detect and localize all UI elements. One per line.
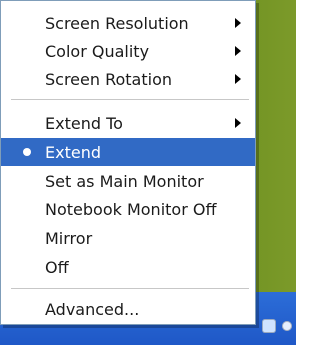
menu-item-label: Notebook Monitor Off bbox=[45, 199, 217, 219]
menu-item-notebook-monitor-off[interactable]: Notebook Monitor Off bbox=[1, 195, 255, 223]
menu-item-off[interactable]: Off bbox=[1, 253, 255, 281]
menu-item-set-as-main-monitor[interactable]: Set as Main Monitor bbox=[1, 167, 255, 195]
menu-item-label: Extend bbox=[45, 142, 101, 162]
submenu-arrow-icon bbox=[235, 18, 241, 28]
menu-item-color-quality[interactable]: Color Quality bbox=[1, 37, 255, 65]
menu-item-mirror[interactable]: Mirror bbox=[1, 224, 255, 252]
display-context-menu: Screen Resolution Color Quality Screen R… bbox=[0, 0, 256, 325]
bullet-icon bbox=[23, 148, 31, 156]
submenu-arrow-icon bbox=[235, 74, 241, 84]
menu-item-label: Mirror bbox=[45, 228, 93, 248]
submenu-arrow-icon bbox=[235, 118, 241, 128]
menu-item-advanced[interactable]: Advanced... bbox=[1, 295, 255, 323]
tray-display-icon[interactable] bbox=[262, 319, 276, 333]
menu-item-extend[interactable]: Extend bbox=[1, 138, 255, 166]
menu-item-extend-to[interactable]: Extend To bbox=[1, 109, 255, 137]
menu-item-label: Screen Resolution bbox=[45, 13, 189, 33]
menu-item-screen-rotation[interactable]: Screen Rotation bbox=[1, 65, 255, 93]
menu-separator bbox=[11, 288, 249, 289]
menu-item-screen-resolution[interactable]: Screen Resolution bbox=[1, 9, 255, 37]
menu-item-label: Extend To bbox=[45, 113, 123, 133]
menu-item-label: Off bbox=[45, 257, 69, 277]
menu-item-label: Screen Rotation bbox=[45, 69, 173, 89]
submenu-arrow-icon bbox=[235, 46, 241, 56]
menu-separator bbox=[11, 99, 249, 100]
tray-network-icon[interactable] bbox=[282, 321, 292, 331]
menu-item-label: Color Quality bbox=[45, 41, 150, 61]
menu-item-label: Set as Main Monitor bbox=[45, 171, 204, 191]
menu-item-label: Advanced... bbox=[45, 299, 140, 319]
